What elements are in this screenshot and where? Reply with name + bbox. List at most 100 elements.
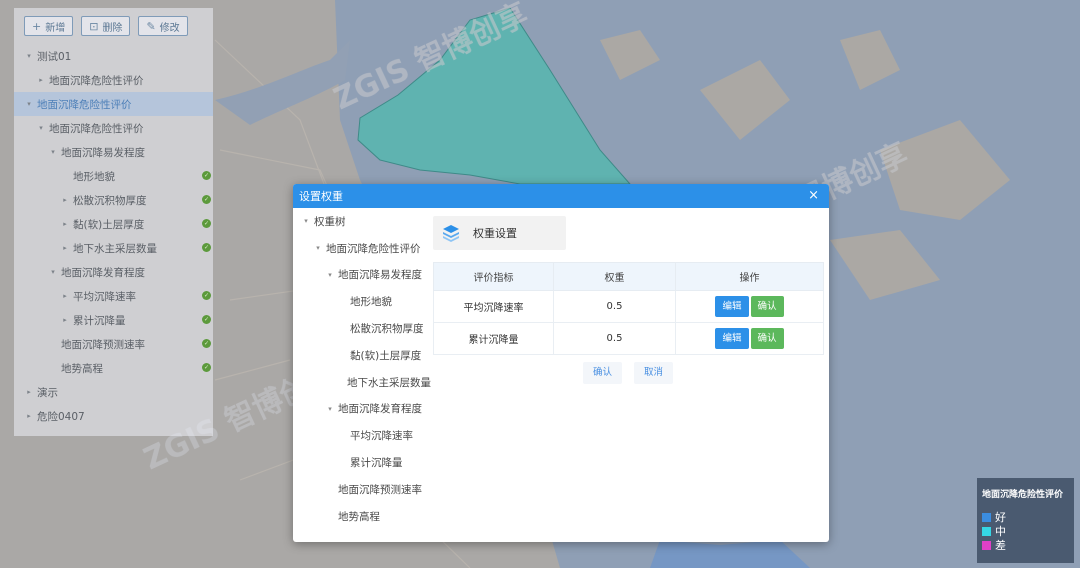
tree-node[interactable]: ▾ 地面沉降易发程度 xyxy=(14,140,213,164)
tree-node-label: 累计沉降量 xyxy=(73,314,126,327)
weight-settings-title: 权重设置 xyxy=(473,227,517,240)
delete-button-label: 删除 xyxy=(102,22,123,34)
tree-node[interactable]: ▸ 演示 xyxy=(14,380,213,404)
weight-tree-node[interactable]: 累计沉降量 xyxy=(297,449,431,476)
weight-tree-label: 地面沉降发育程度 xyxy=(338,403,422,416)
weight-tree-node[interactable]: 平均沉降速率 xyxy=(297,422,431,449)
caret-icon: ▾ xyxy=(27,100,31,108)
tree-node[interactable]: ▸ 地下水主采层数量 ✓ xyxy=(14,236,213,260)
weight-tree-label: 地下水主采层数量 xyxy=(347,376,431,389)
caret-icon: ▸ xyxy=(27,388,31,396)
weight-cell[interactable]: 0.5 xyxy=(553,322,676,355)
weight-table: 评价指标 权重 操作 平均沉降速率 0.5 编辑 确认 累计沉降量 0.5 编辑 确认 xyxy=(433,262,824,355)
column-header: 评价指标 xyxy=(433,262,554,291)
tree-node[interactable]: ▸ 松散沉积物厚度 ✓ xyxy=(14,188,213,212)
table-header-row: 评价指标 权重 操作 xyxy=(433,262,824,291)
weight-tree-node[interactable]: 地面沉降预测速率 xyxy=(297,476,431,503)
check-icon: ✓ xyxy=(202,315,211,324)
weight-tree-label: 地面沉降危险性评价 xyxy=(326,242,421,255)
actions-cell: 编辑 确认 xyxy=(675,290,824,323)
tree-node[interactable]: 地势高程 ✓ xyxy=(14,356,213,380)
caret-icon: ▸ xyxy=(39,76,43,84)
tree-node[interactable]: 地形地貌 ✓ xyxy=(14,164,213,188)
weight-tree-label: 黏(软)土层厚度 xyxy=(350,349,422,362)
close-icon[interactable]: × xyxy=(808,188,819,204)
caret-icon: ▾ xyxy=(51,268,55,276)
weight-tree-label: 松散沉积物厚度 xyxy=(350,323,424,336)
tree-node-label: 松散沉积物厚度 xyxy=(73,194,147,207)
weight-tree-label: 地面沉降预测速率 xyxy=(338,483,422,496)
weight-tree-node[interactable]: 松散沉积物厚度 xyxy=(297,315,431,342)
weight-cell[interactable]: 0.5 xyxy=(553,290,676,323)
check-icon: ✓ xyxy=(202,195,211,204)
tree-node[interactable]: ▾ 地面沉降危险性评价 xyxy=(14,116,213,140)
tree-node-label: 地面沉降预测速率 xyxy=(61,338,145,351)
edit-row-button[interactable]: 编辑 xyxy=(715,328,749,349)
weight-tree-label: 地势高程 xyxy=(338,510,380,523)
tree-node-label: 黏(软)土层厚度 xyxy=(73,218,145,231)
tree-node[interactable]: ▸ 平均沉降速率 ✓ xyxy=(14,284,213,308)
weight-tree-node[interactable]: ▾ 权重树 xyxy=(297,208,431,235)
check-icon: ✓ xyxy=(202,171,211,180)
left-panel: + 新增 ⊡ 删除 ✎ 修改 ▾ 测试01 ▸ 地面沉降危险性评价 ▾ 地面沉降危险性评价… xyxy=(14,8,213,436)
add-button-label: 新增 xyxy=(45,22,66,34)
check-icon: ✓ xyxy=(202,219,211,228)
check-icon: ✓ xyxy=(202,243,211,252)
caret-icon: ▾ xyxy=(51,148,55,156)
cancel-button[interactable]: 取消 xyxy=(634,362,674,384)
edit-button[interactable]: ✎ 修改 xyxy=(138,16,188,36)
legend-item: 好 xyxy=(982,510,1069,524)
weight-tree-node[interactable]: 地下水主采层数量 xyxy=(297,369,431,396)
edit-row-button[interactable]: 编辑 xyxy=(715,296,749,317)
tree-node[interactable]: ▾ 地面沉降危险性评价 xyxy=(14,92,213,116)
caret-icon: ▸ xyxy=(63,220,67,228)
tree-node[interactable]: ▸ 累计沉降量 ✓ xyxy=(14,308,213,332)
column-header: 权重 xyxy=(553,262,676,291)
caret-icon: ▾ xyxy=(328,270,332,279)
weight-tree-label: 累计沉降量 xyxy=(350,457,403,470)
legend-items: 好中差 xyxy=(982,510,1069,552)
legend-swatch xyxy=(982,526,991,536)
toolbar: + 新增 ⊡ 删除 ✎ 修改 xyxy=(24,16,188,36)
weight-tree-node[interactable]: 地势高程 xyxy=(297,503,431,530)
weight-tree-label: 地形地貌 xyxy=(350,296,392,309)
tree-node-label: 平均沉降速率 xyxy=(73,290,136,303)
tree-node[interactable]: 地面沉降预测速率 ✓ xyxy=(14,332,213,356)
check-icon: ✓ xyxy=(202,339,211,348)
legend-swatch xyxy=(982,540,991,550)
confirm-button[interactable]: 确认 xyxy=(583,362,623,384)
tree-node[interactable]: ▸ 地面沉降危险性评价 xyxy=(14,68,213,92)
weight-tree-node[interactable]: 地形地貌 xyxy=(297,288,431,315)
delete-button[interactable]: ⊡ 删除 xyxy=(81,16,131,36)
weight-tree-label: 平均沉降速率 xyxy=(350,430,413,443)
check-icon: ✓ xyxy=(202,291,211,300)
caret-icon: ▸ xyxy=(63,196,67,204)
indicator-cell: 累计沉降量 xyxy=(433,322,554,355)
tree-node-label: 演示 xyxy=(37,386,58,399)
check-icon: ✓ xyxy=(202,363,211,372)
weight-tree-node[interactable]: ▾ 地面沉降危险性评价 xyxy=(297,235,431,262)
dialog-actions: 确认 取消 xyxy=(583,362,674,384)
weight-tree-node[interactable]: ▾ 地面沉降发育程度 xyxy=(297,396,431,423)
caret-icon: ▾ xyxy=(27,52,31,60)
tree-node-label: 地形地貌 xyxy=(73,170,115,183)
tree-node-label: 地面沉降危险性评价 xyxy=(37,98,132,111)
tree-node[interactable]: ▾ 测试01 xyxy=(14,44,213,68)
tree-node-label: 危险0407 xyxy=(37,410,85,423)
weight-tree-node[interactable]: ▾ 地面沉降易发程度 xyxy=(297,262,431,289)
tree-node-label: 地势高程 xyxy=(61,362,103,375)
tree-node-label: 地面沉降危险性评价 xyxy=(49,122,144,135)
caret-icon: ▾ xyxy=(316,244,320,253)
weight-settings-header: 权重设置 xyxy=(433,216,566,250)
tree-node[interactable]: ▸ 黏(软)土层厚度 ✓ xyxy=(14,212,213,236)
tree-node-label: 地面沉降危险性评价 xyxy=(49,74,144,87)
confirm-row-button[interactable]: 确认 xyxy=(750,328,784,349)
tree-node[interactable]: ▾ 地面沉降发育程度 xyxy=(14,260,213,284)
weight-tree-node[interactable]: 黏(软)土层厚度 xyxy=(297,342,431,369)
add-button[interactable]: + 新增 xyxy=(24,16,74,36)
legend-item: 差 xyxy=(982,538,1069,552)
tree-node[interactable]: ▸ 危险0407 xyxy=(14,404,213,428)
confirm-row-button[interactable]: 确认 xyxy=(750,296,784,317)
caret-icon: ▸ xyxy=(27,412,31,420)
tree-node-label: 地下水主采层数量 xyxy=(73,242,157,255)
